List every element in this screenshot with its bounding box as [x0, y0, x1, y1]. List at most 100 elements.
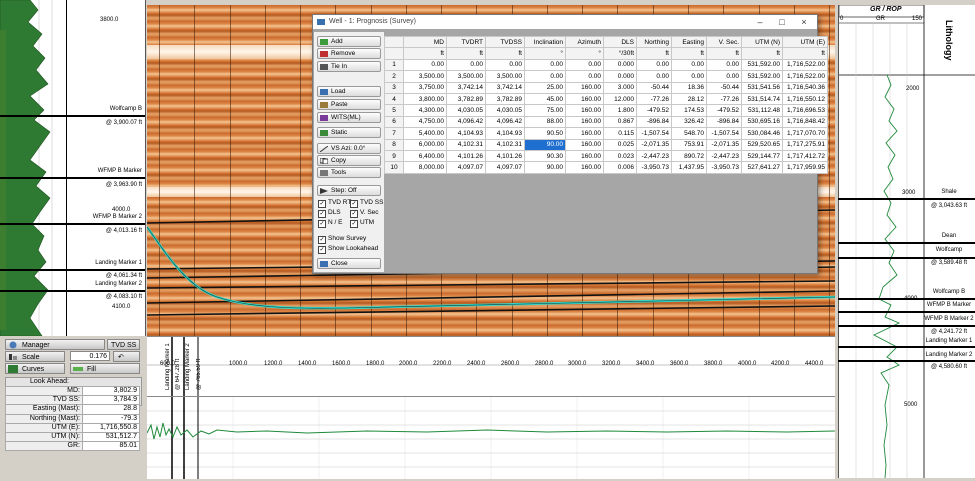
grid-cell[interactable]: 529,520.65: [741, 138, 783, 151]
table-row[interactable]: 7 5,400.00 4,104.93 4,104.93 90.50 160.00 0.11…: [384, 127, 828, 140]
bottom-gr-track[interactable]: [146, 396, 836, 479]
grid-cell[interactable]: -2,071.35: [706, 138, 742, 151]
tie-in-button[interactable]: Tie In: [317, 61, 381, 72]
grid-cell[interactable]: 3,742.14: [485, 81, 525, 94]
grid-cell[interactable]: 4,030.05: [446, 104, 486, 117]
grid-cell[interactable]: 531,514.74: [741, 92, 783, 106]
column-header[interactable]: V. Sec.: [706, 35, 742, 49]
grid-cell[interactable]: 6,000.00: [403, 138, 447, 151]
close-window-button[interactable]: ×: [793, 15, 815, 29]
grid-cell[interactable]: 5,400.00: [403, 127, 447, 140]
grid-cell[interactable]: 0.00: [565, 70, 604, 83]
grid-cell[interactable]: 531,112.48: [741, 104, 783, 117]
grid-cell[interactable]: 160.00: [565, 149, 604, 163]
static-button[interactable]: Static: [317, 127, 381, 138]
column-header[interactable]: DLS: [603, 35, 637, 49]
minimize-button[interactable]: –: [749, 15, 771, 29]
scale-apply-button[interactable]: ↶: [113, 351, 140, 362]
column-header[interactable]: Northing: [636, 35, 672, 49]
grid-cell[interactable]: 3,782.89: [446, 92, 486, 106]
grid-cell[interactable]: 3.000: [603, 81, 637, 94]
grid-cell[interactable]: 4,750.00: [403, 115, 447, 129]
grid-cell[interactable]: 527,641.27: [741, 161, 783, 174]
grid-cell[interactable]: 531,592.00: [741, 58, 783, 72]
column-header[interactable]: MD: [403, 35, 447, 49]
show-survey-checkbox[interactable]: ✓ Show Survey: [318, 235, 366, 244]
grid-cell[interactable]: -2,071.35: [636, 138, 672, 151]
grid-cell[interactable]: 25.00: [524, 81, 566, 94]
grid-cell[interactable]: -479.52: [636, 104, 672, 117]
grid-cell[interactable]: -3,950.73: [636, 161, 672, 174]
row-number[interactable]: 8: [384, 138, 404, 151]
column-header[interactable]: Azimuth: [565, 35, 604, 49]
grid-cell[interactable]: -479.52: [706, 104, 742, 117]
grid-cell[interactable]: 0.00: [671, 58, 707, 72]
grid-cell[interactable]: 0.00: [524, 58, 566, 72]
row-number[interactable]: 7: [384, 127, 404, 140]
grid-cell[interactable]: -2,447.23: [706, 149, 742, 163]
grid-cell[interactable]: 531,541.56: [741, 81, 783, 94]
grid-cell[interactable]: 531,592.00: [741, 70, 783, 83]
table-row[interactable]: 9 6,400.00 4,101.26 4,101.26 90.30 160.00 0.02…: [384, 149, 828, 163]
column-header[interactable]: UTM (E): [782, 35, 828, 49]
curves-button[interactable]: Curves: [5, 363, 65, 374]
grid-cell[interactable]: 1,716,696.53: [782, 104, 828, 117]
dialog-title-bar[interactable]: Well - 1: Prognosis (Survey) – □ ×: [313, 15, 817, 29]
row-number[interactable]: 3: [384, 81, 404, 94]
tvd-ss-checkbox[interactable]: ✓ TVD SS: [350, 199, 383, 208]
grid-cell[interactable]: 0.00: [524, 70, 566, 83]
grid-cell[interactable]: 1,716,550.12: [782, 92, 828, 106]
row-number[interactable]: 6: [384, 115, 404, 129]
grid-cell[interactable]: 160.00: [565, 81, 604, 94]
row-number[interactable]: 10: [384, 161, 404, 174]
grid-cell[interactable]: 530,084.46: [741, 127, 783, 140]
grid-cell[interactable]: 1,437.95: [671, 161, 707, 174]
table-row[interactable]: 5 4,300.00 4,030.05 4,030.05 75.00 160.00 1.80…: [384, 104, 828, 117]
tvd-ss-button[interactable]: TVD SS: [107, 339, 140, 350]
grid-cell[interactable]: -50.44: [706, 81, 742, 94]
vs-azimuth-button[interactable]: VS Azi: 0.0°: [317, 143, 381, 154]
tools-button[interactable]: Tools: [317, 167, 381, 178]
grid-cell[interactable]: 530,695.16: [741, 115, 783, 129]
grid-cell[interactable]: 160.00: [565, 115, 604, 129]
grid-cell[interactable]: 160.00: [565, 161, 604, 174]
row-number[interactable]: 1: [384, 58, 404, 72]
grid-cell[interactable]: -896.84: [636, 115, 672, 129]
grid-cell[interactable]: 90.30: [524, 149, 566, 163]
grid-cell[interactable]: 4,096.42: [485, 115, 525, 129]
copy-button[interactable]: Copy: [317, 155, 381, 166]
grid-cell[interactable]: 75.00: [524, 104, 566, 117]
grid-cell[interactable]: 18.36: [671, 81, 707, 94]
paste-button[interactable]: Paste: [317, 99, 381, 110]
column-header[interactable]: TVDSS: [485, 35, 525, 49]
survey-grid[interactable]: MD TVDRT TVDSS Inclination Azimuth DLS N…: [384, 35, 828, 174]
grid-cell[interactable]: 4,097.07: [446, 161, 486, 174]
grid-cell[interactable]: 0.00: [706, 70, 742, 83]
grid-cell[interactable]: 0.006: [603, 161, 637, 174]
column-header[interactable]: Easting: [671, 35, 707, 49]
grid-cell[interactable]: -1,507.54: [706, 127, 742, 140]
grid-cell[interactable]: 3,750.00: [403, 81, 447, 94]
grid-cell[interactable]: 90.50: [524, 127, 566, 140]
grid-cell[interactable]: -77.26: [706, 92, 742, 106]
grid-cell[interactable]: 1,716,522.00: [782, 58, 828, 72]
grid-cell[interactable]: 0.115: [603, 127, 637, 140]
grid-cell[interactable]: 6,400.00: [403, 149, 447, 163]
dls-checkbox[interactable]: ✓ DLS: [318, 209, 341, 218]
grid-cell[interactable]: 529,144.77: [741, 149, 783, 163]
grid-cell[interactable]: -2,447.23: [636, 149, 672, 163]
grid-cell[interactable]: 0.00: [636, 70, 672, 83]
show-lookahead-checkbox[interactable]: ✓ Show Lookahead: [318, 245, 378, 254]
maximize-button[interactable]: □: [771, 15, 793, 29]
grid-cell[interactable]: 90.00: [524, 138, 566, 151]
grid-cell[interactable]: 160.00: [565, 104, 604, 117]
grid-cell[interactable]: 0.00: [636, 58, 672, 72]
grid-cell[interactable]: 0.025: [603, 138, 637, 151]
scale-button[interactable]: Scale: [5, 351, 65, 362]
grid-cell[interactable]: 4,104.93: [485, 127, 525, 140]
column-header[interactable]: UTM (N): [741, 35, 783, 49]
grid-cell[interactable]: 4,102.31: [485, 138, 525, 151]
grid-cell[interactable]: 753.91: [671, 138, 707, 151]
grid-cell[interactable]: 1,717,070.70: [782, 127, 828, 140]
grid-cell[interactable]: -3,950.73: [706, 161, 742, 174]
